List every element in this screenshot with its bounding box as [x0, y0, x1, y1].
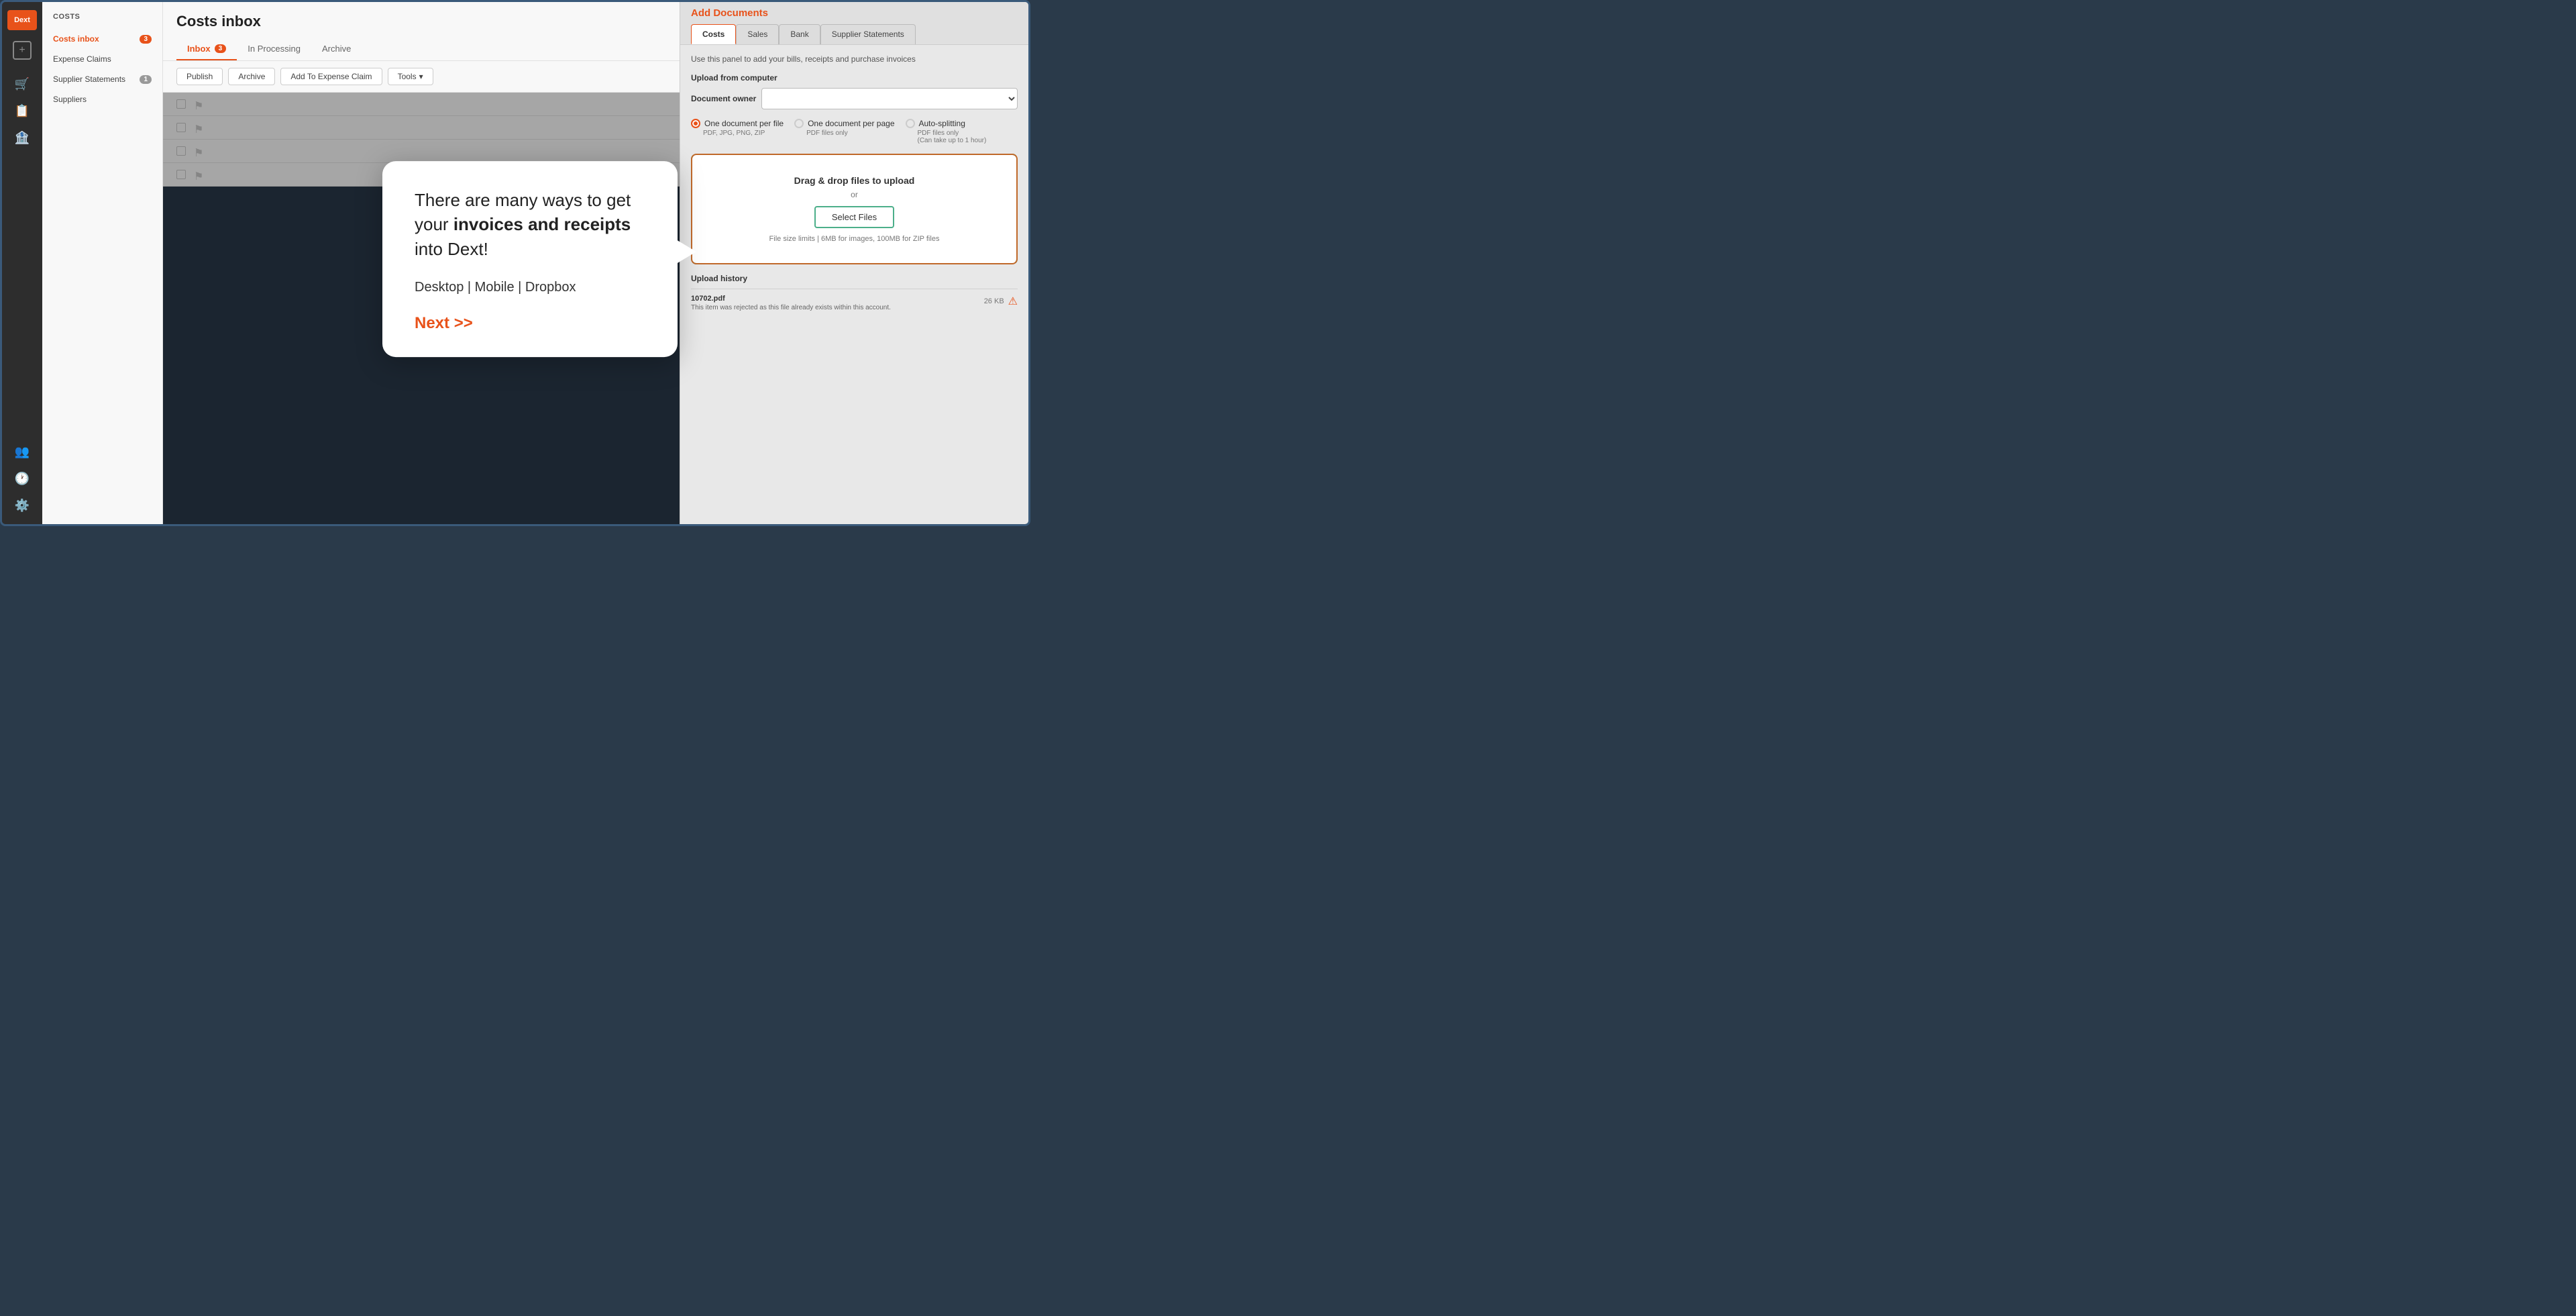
chevron-down-icon: ▾	[419, 72, 423, 81]
toolbar: Publish Archive Add To Expense Claim Too…	[163, 61, 680, 93]
sub-sidebar-title: COSTS	[42, 13, 162, 29]
nav-icon-settings[interactable]: ⚙️	[11, 495, 33, 516]
upload-item-desc: This item was rejected as this file alre…	[691, 304, 891, 311]
tab-archive[interactable]: Archive	[311, 38, 362, 60]
archive-button[interactable]: Archive	[228, 68, 275, 85]
drop-title: Drag & drop files to upload	[706, 175, 1003, 186]
panel-header: Add Documents Costs Sales Bank Supplier …	[680, 2, 1028, 45]
app-container: Dext + 🛒 📋 🏦 👥 🕐 ⚙️ COSTS Costs inbox 3 …	[0, 0, 1030, 526]
panel-title: Add Documents	[691, 7, 1018, 19]
panel-tabs: Costs Sales Bank Supplier Statements	[691, 24, 1018, 44]
radio-sub-one-per-page: PDF files only	[794, 130, 894, 137]
sidebar-item-suppliers[interactable]: Suppliers	[42, 89, 162, 109]
drop-or: or	[706, 190, 1003, 199]
drop-limits: File size limits | 6MB for images, 100MB…	[706, 235, 1003, 243]
tab-inbox[interactable]: Inbox 3	[176, 38, 237, 60]
doc-owner-row: Document owner	[691, 88, 1018, 109]
radio-option-auto-splitting[interactable]: Auto-splitting PDF files only(Can take u…	[906, 119, 987, 144]
sidebar-item-costs-inbox[interactable]: Costs inbox 3	[42, 29, 162, 49]
nav-icon-cart[interactable]: 🛒	[11, 73, 33, 95]
radio-dot-inactive	[794, 119, 804, 128]
tooltip-box: There are many ways to get your invoices…	[382, 161, 678, 357]
upload-item-name: 10702.pdf	[691, 295, 891, 303]
add-button[interactable]: +	[13, 41, 32, 60]
tooltip-overlay: There are many ways to get your invoices…	[382, 161, 678, 357]
content-header: Costs inbox Inbox 3 In Processing Archiv…	[163, 2, 680, 61]
nav-icon-history[interactable]: 🕐	[11, 468, 33, 489]
doc-owner-select[interactable]	[761, 88, 1018, 109]
upload-item-right: 26 KB ⚠	[984, 295, 1018, 308]
radio-dot-active	[691, 119, 700, 128]
tooltip-methods: Desktop | Mobile | Dropbox	[415, 280, 645, 295]
panel-tab-bank[interactable]: Bank	[779, 24, 820, 44]
upload-item-info: 10702.pdf This item was rejected as this…	[691, 295, 891, 311]
nav-icon-docs[interactable]: 📋	[11, 100, 33, 121]
upload-from-label: Upload from computer	[691, 73, 1018, 83]
supplier-statements-badge: 1	[140, 75, 152, 84]
radio-options: One document per file PDF, JPG, PNG, ZIP…	[691, 119, 1018, 144]
nav-icon-bank[interactable]: 🏦	[11, 127, 33, 148]
nav-icon-team[interactable]: 👥	[11, 441, 33, 462]
left-nav: Dext + 🛒 📋 🏦 👥 🕐 ⚙️	[2, 2, 42, 524]
radio-dot-inactive-2	[906, 119, 915, 128]
drop-zone[interactable]: Drag & drop files to upload or Select Fi…	[691, 154, 1018, 264]
panel-tab-costs[interactable]: Costs	[691, 24, 736, 44]
tab-in-processing[interactable]: In Processing	[237, 38, 311, 60]
publish-button[interactable]: Publish	[176, 68, 223, 85]
tab-bar: Inbox 3 In Processing Archive	[176, 38, 666, 60]
upload-item: 10702.pdf This item was rejected as this…	[691, 289, 1018, 317]
panel-tab-supplier-statements[interactable]: Supplier Statements	[820, 24, 916, 44]
tooltip-text: There are many ways to get your invoices…	[415, 188, 645, 261]
panel-tab-sales[interactable]: Sales	[736, 24, 779, 44]
warning-icon: ⚠	[1008, 295, 1018, 308]
radio-option-one-per-page[interactable]: One document per page PDF files only	[794, 119, 894, 144]
upload-history-title: Upload history	[691, 274, 1018, 283]
sidebar-item-expense-claims[interactable]: Expense Claims	[42, 49, 162, 69]
app-logo[interactable]: Dext	[7, 10, 37, 30]
doc-owner-label: Document owner	[691, 94, 756, 103]
tooltip-next-button[interactable]: Next >>	[415, 314, 645, 333]
upload-item-size: 26 KB	[984, 297, 1004, 305]
panel-body: Use this panel to add your bills, receip…	[680, 45, 1028, 326]
radio-sub-auto-splitting: PDF files only(Can take up to 1 hour)	[906, 130, 987, 144]
radio-sub-one-per-file: PDF, JPG, PNG, ZIP	[691, 130, 784, 137]
costs-inbox-badge: 3	[140, 35, 152, 44]
sidebar-item-supplier-statements[interactable]: Supplier Statements 1	[42, 69, 162, 89]
tools-button[interactable]: Tools ▾	[388, 68, 433, 85]
right-panel: Add Documents Costs Sales Bank Supplier …	[680, 2, 1028, 524]
inbox-tab-badge: 3	[215, 44, 227, 53]
sub-sidebar: COSTS Costs inbox 3 Expense Claims Suppl…	[42, 2, 163, 524]
panel-description: Use this panel to add your bills, receip…	[691, 54, 1018, 64]
select-files-button[interactable]: Select Files	[814, 206, 894, 228]
radio-option-one-per-file[interactable]: One document per file PDF, JPG, PNG, ZIP	[691, 119, 784, 144]
add-to-expense-button[interactable]: Add To Expense Claim	[280, 68, 382, 85]
page-title: Costs inbox	[176, 13, 666, 30]
